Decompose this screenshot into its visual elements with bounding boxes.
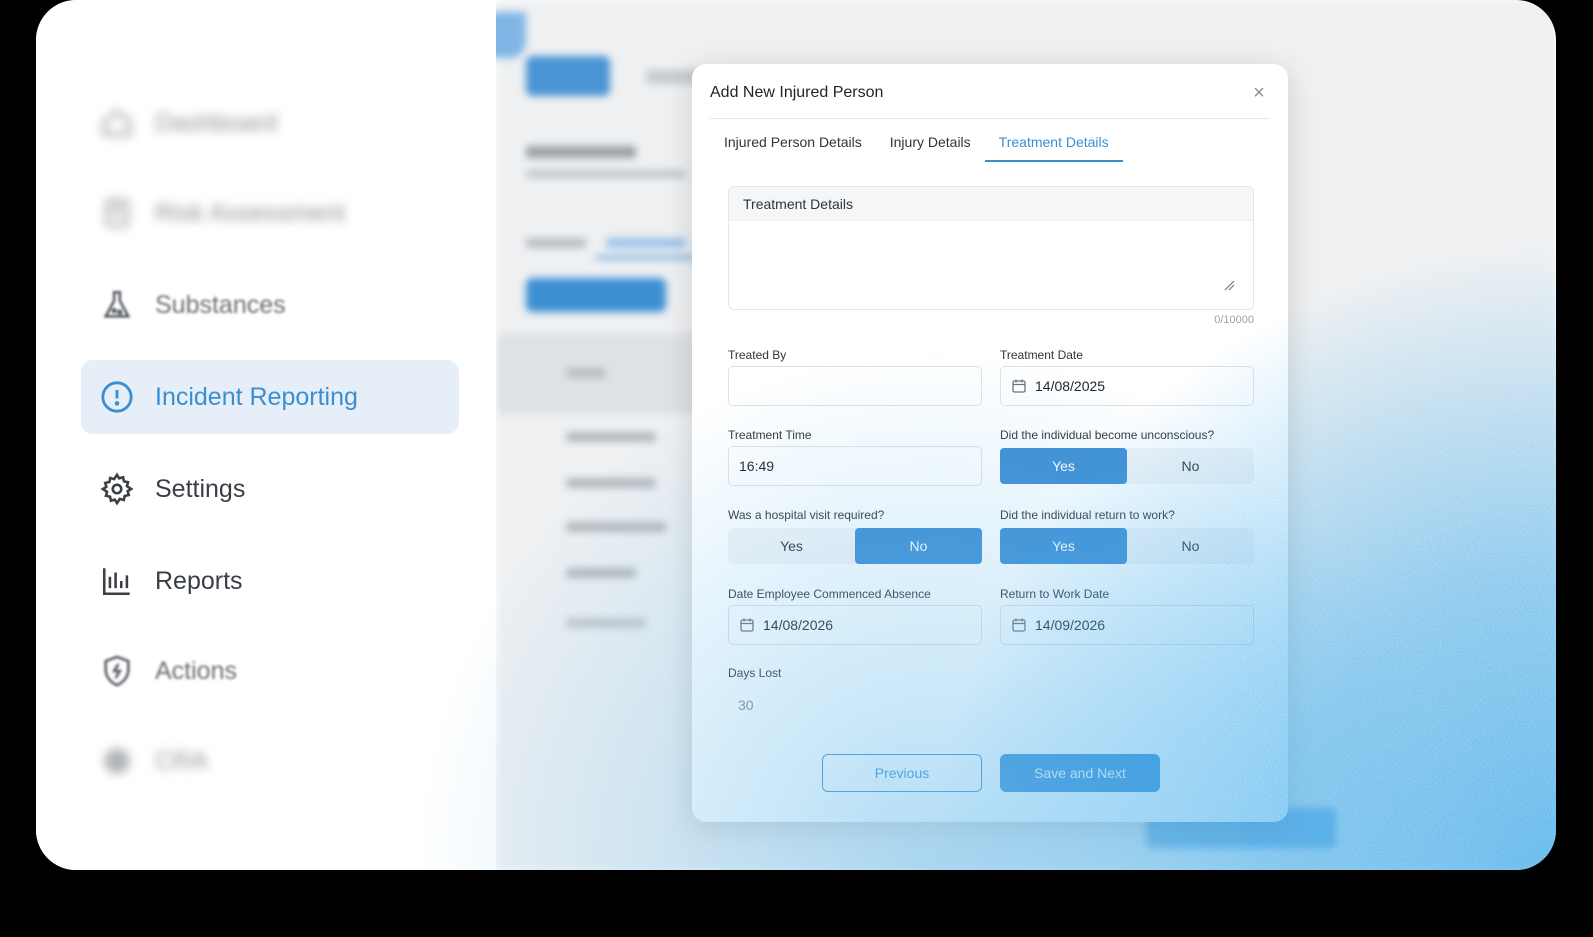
treatment-details-box: Treatment Details (728, 186, 1254, 310)
sidebar-item-reports[interactable]: Reports (81, 544, 459, 618)
app-frame: Dashboard Risk Assessment Substances Inc… (36, 0, 1556, 870)
sidebar-item-settings[interactable]: Settings (81, 452, 459, 526)
return-work-no-button[interactable]: No (1127, 528, 1254, 564)
sidebar-item-label: Incident Reporting (155, 382, 358, 411)
gear-icon (99, 471, 135, 507)
add-injured-person-modal: Add New Injured Person × Injured Person … (692, 64, 1288, 822)
treatment-time-label: Treatment Time (728, 428, 812, 442)
return-work-toggle: Yes No (1000, 528, 1254, 564)
hospital-toggle: Yes No (728, 528, 982, 564)
unconscious-label: Did the individual become unconscious? (1000, 428, 1215, 442)
sidebar-item-label: Substances (155, 290, 286, 319)
sidebar-item-substances[interactable]: Substances (81, 268, 459, 342)
previous-button[interactable]: Previous (822, 754, 982, 792)
tab-injured-person-details[interactable]: Injured Person Details (710, 126, 876, 162)
bar-chart-icon (99, 563, 135, 599)
treatment-time-input[interactable]: 16:49 (728, 446, 982, 486)
sidebar: Dashboard Risk Assessment Substances Inc… (36, 0, 496, 870)
risk-assessment-icon (99, 195, 135, 231)
return-date-value: 14/09/2026 (1035, 617, 1106, 633)
treated-by-input[interactable] (728, 366, 982, 406)
unconscious-no-button[interactable]: No (1127, 448, 1254, 484)
treatment-details-label: Treatment Details (729, 187, 1253, 221)
treatment-date-value: 14/08/2025 (1035, 378, 1106, 394)
shield-bolt-icon (99, 653, 135, 689)
title-divider (710, 118, 1270, 119)
tab-treatment-details[interactable]: Treatment Details (984, 126, 1123, 162)
sidebar-item-cra[interactable]: CRA (81, 724, 459, 798)
dashboard-icon (99, 105, 135, 141)
sidebar-item-incident-reporting[interactable]: Incident Reporting (81, 360, 459, 434)
resize-handle-icon[interactable] (1223, 279, 1235, 291)
calendar-icon (740, 618, 754, 632)
hospital-label: Was a hospital visit required? (728, 508, 885, 522)
sidebar-item-label: Reports (155, 566, 243, 595)
sidebar-item-label: Dashboard (155, 108, 278, 137)
alert-circle-icon (99, 379, 135, 415)
cog-icon (99, 743, 135, 779)
absence-date-input[interactable]: 14/08/2026 (728, 605, 982, 645)
sidebar-item-dashboard[interactable]: Dashboard (81, 86, 459, 160)
flask-icon (99, 287, 135, 323)
days-lost-label: Days Lost (728, 666, 782, 680)
return-date-input[interactable]: 14/09/2026 (1000, 605, 1254, 645)
return-work-label: Did the individual return to work? (1000, 508, 1175, 522)
days-lost-value: 30 (738, 697, 754, 713)
return-work-yes-button[interactable]: Yes (1000, 528, 1127, 564)
unconscious-toggle: Yes No (1000, 448, 1254, 484)
sidebar-item-risk-assessment[interactable]: Risk Assessment (81, 176, 459, 250)
treatment-date-label: Treatment Date (1000, 348, 1083, 362)
close-icon[interactable]: × (1248, 82, 1270, 104)
modal-title: Add New Injured Person (710, 84, 884, 101)
treated-by-label: Treated By (728, 348, 787, 362)
return-date-label: Return to Work Date (1000, 587, 1110, 601)
tab-injury-details[interactable]: Injury Details (876, 126, 985, 162)
sidebar-item-label: CRA (155, 746, 208, 775)
save-and-next-button[interactable]: Save and Next (1000, 754, 1160, 792)
treatment-details-textarea[interactable] (729, 221, 1253, 309)
calendar-icon (1012, 379, 1026, 393)
absence-date-value: 14/08/2026 (763, 617, 834, 633)
sidebar-item-label: Settings (155, 474, 246, 503)
absence-date-label: Date Employee Commenced Absence (728, 587, 931, 601)
calendar-icon (1012, 618, 1026, 632)
character-counter: 0/10000 (1214, 314, 1254, 326)
sidebar-item-label: Actions (155, 656, 237, 685)
modal-tabs: Injured Person Details Injury Details Tr… (710, 126, 1123, 162)
hospital-no-button[interactable]: No (855, 528, 982, 564)
hospital-yes-button[interactable]: Yes (728, 528, 855, 564)
sidebar-item-label: Risk Assessment (155, 198, 346, 227)
treatment-date-input[interactable]: 14/08/2025 (1000, 366, 1254, 406)
sidebar-item-actions[interactable]: Actions (81, 634, 459, 708)
unconscious-yes-button[interactable]: Yes (1000, 448, 1127, 484)
